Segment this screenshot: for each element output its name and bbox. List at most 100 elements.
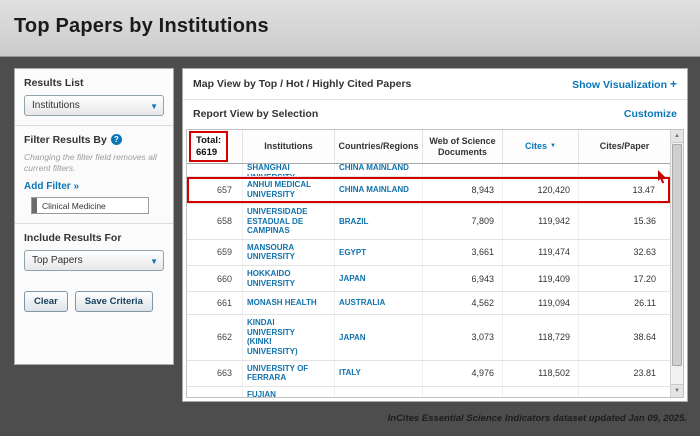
sort-desc-icon: ▼ — [550, 143, 556, 150]
cites-per-paper-cell: 38.64 — [579, 315, 670, 359]
table-row[interactable]: 660 HOKKAIDO UNIVERSITY JAPAN 6,943 119,… — [187, 266, 670, 292]
sidebar: Results List Institutions ▼ Filter Resul… — [14, 68, 174, 365]
institution-link: SHANGHAI UNIVERSITY — [247, 164, 330, 177]
institution-link[interactable]: MANSOURA UNIVERSITY — [243, 240, 335, 265]
table-row[interactable]: 661 MONASH HEALTH AUSTRALIA 4,562 119,09… — [187, 292, 670, 315]
country-link[interactable]: CHINA MAINLAND — [335, 177, 423, 203]
table-header-row: Total: 6619 Institutions Countries/Regio… — [187, 130, 670, 164]
cites-cell: 118,502 — [503, 361, 579, 386]
docs-cell: 7,809 — [423, 204, 503, 239]
country-link[interactable]: JAPAN — [335, 266, 423, 291]
table-row[interactable]: 662 KINDAI UNIVERSITY (KINKI UNIVERSITY)… — [187, 315, 670, 360]
chevron-down-icon: ▼ — [150, 258, 158, 266]
title-bar: Top Papers by Institutions — [0, 0, 700, 57]
column-header-wos-documents[interactable]: Web of Science Documents — [423, 130, 503, 163]
cites-cell: 119,094 — [503, 292, 579, 314]
dataset-updated-note: InCites Essential Science Indicators dat… — [388, 413, 687, 424]
filter-chip-label: Clinical Medicine — [42, 201, 106, 211]
cites-per-paper-cell: 15.36 — [579, 204, 670, 239]
rank-cell: 662 — [187, 315, 243, 359]
clear-button[interactable]: Clear — [24, 291, 68, 312]
column-header-countries[interactable]: Countries/Regions — [335, 130, 423, 163]
cites-cell: 119,474 — [503, 240, 579, 265]
institution-link[interactable]: UNIVERSITY OF FERRARA — [243, 361, 335, 386]
cites-per-paper-cell: 13.47 — [579, 177, 670, 203]
filter-chip-clinical-medicine[interactable]: Clinical Medicine — [31, 197, 149, 214]
map-view-title: Map View by Top / Hot / Highly Cited Pap… — [193, 78, 411, 90]
country-link[interactable]: BRAZIL — [335, 204, 423, 239]
country-link[interactable]: ITALY — [335, 361, 423, 386]
column-header-cites[interactable]: Cites▼ — [503, 130, 579, 163]
save-criteria-button[interactable]: Save Criteria — [75, 291, 153, 312]
cites-cell: 118,028 — [503, 387, 579, 398]
main-panel: Map View by Top / Hot / Highly Cited Pap… — [182, 68, 688, 402]
cites-cell: 119,409 — [503, 266, 579, 291]
country-link[interactable]: EGYPT — [335, 240, 423, 265]
institution-link[interactable]: KINDAI UNIVERSITY (KINKI UNIVERSITY) — [243, 315, 335, 359]
institution-link[interactable]: MONASH HEALTH — [243, 292, 335, 314]
column-header-cites-per-paper[interactable]: Cites/Paper — [579, 130, 670, 163]
country-link[interactable]: CHINA MAINLAND — [335, 387, 423, 398]
include-results-label: Include Results For — [24, 232, 164, 244]
cites-per-paper-cell: 17.20 — [579, 266, 670, 291]
plus-icon: + — [670, 77, 677, 91]
results-list-select[interactable]: Institutions ▼ — [24, 95, 164, 116]
table-row[interactable]: 663 UNIVERSITY OF FERRARA ITALY 4,976 11… — [187, 361, 670, 387]
institution-link[interactable]: UNIVERSIDADE ESTADUAL DE CAMPINAS — [243, 204, 335, 239]
report-view-title: Report View by Selection — [193, 108, 318, 120]
table-row[interactable]: 664 FUJIAN MEDICAL UNIVERSITY CHINA MAIN… — [187, 387, 670, 398]
customize-link[interactable]: Customize — [624, 108, 677, 120]
results-list-label: Results List — [24, 77, 164, 89]
country-link[interactable]: AUSTRALIA — [335, 292, 423, 314]
cites-per-paper-cell: 10.25 — [579, 387, 670, 398]
scroll-down-icon[interactable]: ▼ — [671, 384, 683, 397]
table-row[interactable]: 657 ANHUI MEDICAL UNIVERSITY CHINA MAINL… — [187, 177, 670, 204]
docs-cell: 6,943 — [423, 266, 503, 291]
docs-cell: 3,661 — [423, 240, 503, 265]
show-visualization-link[interactable]: Show Visualization+ — [572, 77, 677, 91]
rank-cell: 659 — [187, 240, 243, 265]
include-results-select[interactable]: Top Papers ▼ — [24, 250, 164, 271]
total-label: Total: — [196, 135, 221, 147]
help-icon[interactable]: ? — [111, 134, 122, 145]
table-row-partial[interactable]: SHANGHAI UNIVERSITY CHINA MAINLAND — [187, 164, 670, 177]
cites-per-paper-cell: 32.63 — [579, 240, 670, 265]
column-header-total: Total: 6619 — [187, 130, 243, 163]
country-link[interactable]: JAPAN — [335, 315, 423, 359]
institution-link[interactable]: FUJIAN MEDICAL UNIVERSITY — [243, 387, 335, 398]
table-row[interactable]: 659 MANSOURA UNIVERSITY EGYPT 3,661 119,… — [187, 240, 670, 266]
cites-per-paper-cell: 23.81 — [579, 361, 670, 386]
vertical-scrollbar[interactable]: ▲ ▼ — [670, 130, 683, 397]
table-row[interactable]: 658 UNIVERSIDADE ESTADUAL DE CAMPINAS BR… — [187, 204, 670, 240]
country-link: CHINA MAINLAND — [339, 164, 409, 173]
cites-per-paper-cell: 26.11 — [579, 292, 670, 314]
scroll-up-icon[interactable]: ▲ — [671, 130, 683, 143]
scrollbar-thumb[interactable] — [672, 144, 682, 366]
docs-cell: 3,073 — [423, 315, 503, 359]
rank-cell: 658 — [187, 204, 243, 239]
docs-cell: 8,943 — [423, 177, 503, 203]
page-title: Top Papers by Institutions — [0, 0, 700, 38]
add-filter-link[interactable]: Add Filter » — [24, 181, 79, 192]
report-view-bar: Report View by Selection Customize — [183, 100, 687, 127]
results-grid: Total: 6619 Institutions Countries/Regio… — [187, 130, 670, 397]
column-header-institutions[interactable]: Institutions — [243, 130, 335, 163]
rank-cell: 664 — [187, 387, 243, 398]
include-results-value: Top Papers — [32, 255, 83, 266]
chevron-down-icon: ▼ — [150, 103, 158, 111]
cites-cell: 118,729 — [503, 315, 579, 359]
results-table: Total: 6619 Institutions Countries/Regio… — [186, 129, 684, 398]
filter-note: Changing the filter field removes all cu… — [24, 152, 164, 174]
filter-by-label: Filter Results By? — [24, 134, 164, 146]
rank-cell: 661 — [187, 292, 243, 314]
docs-cell: 11,512 — [423, 387, 503, 398]
docs-cell: 4,976 — [423, 361, 503, 386]
rank-cell: 657 — [187, 177, 243, 203]
institution-link[interactable]: HOKKAIDO UNIVERSITY — [243, 266, 335, 291]
rank-cell: 660 — [187, 266, 243, 291]
docs-cell: 4,562 — [423, 292, 503, 314]
rank-cell: 663 — [187, 361, 243, 386]
map-view-bar: Map View by Top / Hot / Highly Cited Pap… — [183, 69, 687, 100]
cites-cell: 120,420 — [503, 177, 579, 203]
institution-link[interactable]: ANHUI MEDICAL UNIVERSITY — [243, 177, 335, 203]
